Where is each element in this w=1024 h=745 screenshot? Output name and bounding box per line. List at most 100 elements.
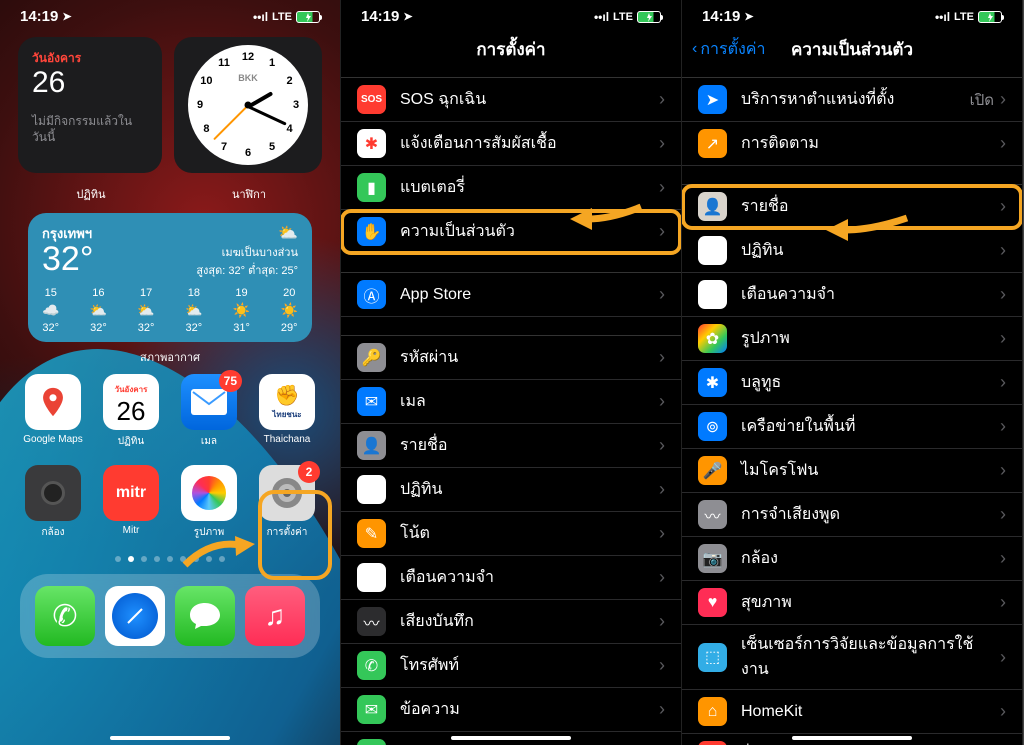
arrow-to-contacts <box>822 212 912 248</box>
chevron-right-icon: › <box>1000 647 1006 668</box>
app-label: Thaichana <box>256 434 318 445</box>
home-indicator[interactable] <box>792 736 912 740</box>
row-label: โทรศัพท์ <box>400 653 659 678</box>
app-google-maps[interactable]: Google Maps <box>22 374 84 449</box>
weather-widget[interactable]: กรุงเทพฯ 32° ⛅ เมฆเป็นบางส่วน สูงสุด: 32… <box>28 213 312 342</box>
row-label: HomeKit <box>741 703 1000 721</box>
settings-row[interactable]: ⊚ เครือข่ายในพื้นที่ › <box>682 405 1022 449</box>
row-icon: ↗ <box>698 129 727 158</box>
settings-row[interactable]: ☰ เตือนความจำ › <box>682 273 1022 317</box>
settings-list[interactable]: SOS SOS ฉุกเฉิน › ✱ แจ้งเตือนการสัมผัสเช… <box>341 77 681 745</box>
row-label: เตือนความจำ <box>741 282 1000 307</box>
network-label: LTE <box>954 11 974 23</box>
home-indicator[interactable] <box>110 736 230 740</box>
row-icon: Ⓐ <box>357 280 386 309</box>
chevron-right-icon: › <box>1000 133 1006 154</box>
app-safari[interactable] <box>104 586 166 646</box>
chevron-right-icon: › <box>1000 548 1006 569</box>
settings-row[interactable]: ⬚ เซ็นเซอร์การวิจัยและข้อมูลการใช้งาน › <box>682 625 1022 690</box>
chevron-right-icon: › <box>659 523 665 544</box>
status-time: 14:19 <box>702 8 740 25</box>
settings-row[interactable]: ♥ สุขภาพ › <box>682 581 1022 625</box>
chevron-right-icon: › <box>659 284 665 305</box>
section: 🔑 รหัสผ่าน › ✉ เมล › 👤 รายชื่อ › ☷ ปฏิทิ… <box>341 335 681 745</box>
calendar-widget[interactable]: วันอังคาร 26 ไม่มีกิจกรรมแล้วใน วันนี้ <box>18 37 162 173</box>
forecast-hour: 16 ⛅ 32° <box>90 287 107 334</box>
settings-row[interactable]: ✱ แจ้งเตือนการสัมผัสเชื้อ › <box>341 122 681 166</box>
forecast-hour: 19 ☀️ 31° <box>233 287 250 334</box>
widget-label-weather: สภาพอากาศ <box>10 348 330 366</box>
clock-timezone: BKK <box>238 73 258 83</box>
privacy-list[interactable]: ➤ บริการหาตำแหน่งที่ตั้ง เปิด › ↗ การติด… <box>682 77 1022 745</box>
row-label: เตือนความจำ <box>400 565 659 590</box>
forecast-temp: 29° <box>281 322 298 334</box>
settings-row[interactable]: ↗ การติดตาม › <box>682 122 1022 166</box>
forecast-icon: ⛅ <box>185 302 202 319</box>
row-label: เซ็นเซอร์การวิจัยและข้อมูลการใช้งาน <box>741 632 1000 682</box>
settings-row[interactable]: ☷ ปฏิทิน › <box>341 468 681 512</box>
settings-row[interactable]: ☰ เตือนความจำ › <box>341 556 681 600</box>
app-photos[interactable]: รูปภาพ <box>178 465 240 540</box>
row-label: การติดตาม <box>741 131 1000 156</box>
settings-row[interactable]: SOS SOS ฉุกเฉิน › <box>341 78 681 122</box>
settings-row[interactable]: ✱ บลูทูธ › <box>682 361 1022 405</box>
settings-row[interactable]: 🎤 ไมโครโฟน › <box>682 449 1022 493</box>
row-icon: ⬚ <box>698 643 727 672</box>
status-loc-icon: ➤ <box>744 10 753 23</box>
row-icon: ✿ <box>698 324 727 353</box>
status-bar: 14:19 ➤ ••ıl LTE <box>0 0 340 29</box>
row-label: การจำเสียงพูด <box>741 502 1000 527</box>
chevron-right-icon: › <box>659 177 665 198</box>
settings-row[interactable]: ➤ บริการหาตำแหน่งที่ตั้ง เปิด › <box>682 78 1022 122</box>
back-button[interactable]: ‹ การตั้งค่า <box>692 37 765 62</box>
page-dots[interactable] <box>10 548 330 570</box>
row-icon: ➤ <box>698 85 727 114</box>
app-mitr[interactable]: mitr Mitr <box>100 465 162 540</box>
app-mail[interactable]: 75 เมล <box>178 374 240 449</box>
clock-numeral: 3 <box>293 99 299 111</box>
settings-row[interactable]: 〰 การจำเสียงพูด › <box>682 493 1022 537</box>
app-camera[interactable]: กล้อง <box>22 465 84 540</box>
row-icon: ✆ <box>357 651 386 680</box>
settings-row[interactable]: ✿ รูปภาพ › <box>682 317 1022 361</box>
signal-icon: ••ıl <box>594 10 609 24</box>
forecast-time: 16 <box>90 287 107 299</box>
forecast-time: 19 <box>233 287 250 299</box>
app-settings[interactable]: 2 การตั้งค่า <box>256 465 318 540</box>
chevron-right-icon: › <box>659 479 665 500</box>
app-label: ปฏิทิน <box>100 434 162 449</box>
clock-numeral: 8 <box>203 123 209 135</box>
chevron-right-icon: › <box>1000 240 1006 261</box>
privacy-screen: 14:19 ➤ ••ıl LTE ‹ การตั้งค่า ความเป็นส่… <box>682 0 1023 745</box>
row-icon: ✉ <box>357 695 386 724</box>
home-indicator[interactable] <box>451 736 571 740</box>
settings-row[interactable]: ✆ โทรศัพท์ › <box>341 644 681 688</box>
row-icon: ♥ <box>698 588 727 617</box>
section: 👤 รายชื่อ › ☷ ปฏิทิน › ☰ เตือนความจำ › ✿… <box>682 184 1022 745</box>
clock-numeral: 2 <box>287 75 293 87</box>
calendar-date: 26 <box>32 66 148 100</box>
app-label: การตั้งค่า <box>256 525 318 540</box>
app-phone[interactable]: ✆ <box>34 586 96 646</box>
forecast-icon: ⛅ <box>90 302 107 319</box>
settings-row[interactable]: ⌂ HomeKit › <box>682 690 1022 734</box>
badge: 75 <box>219 370 242 392</box>
settings-row[interactable]: ✎ โน้ต › <box>341 512 681 556</box>
settings-row[interactable]: ✉ เมล › <box>341 380 681 424</box>
settings-row[interactable]: Ⓐ App Store › <box>341 273 681 317</box>
settings-row[interactable]: 🔑 รหัสผ่าน › <box>341 336 681 380</box>
row-icon: ✋ <box>357 217 386 246</box>
forecast-temp: 32° <box>90 322 107 334</box>
dock: ✆ ♫ <box>20 574 320 658</box>
chevron-right-icon: › <box>1000 416 1006 437</box>
settings-row[interactable]: ✉ ข้อความ › <box>341 688 681 732</box>
chevron-right-icon: › <box>659 89 665 110</box>
settings-row[interactable]: 👤 รายชื่อ › <box>341 424 681 468</box>
app-calendar[interactable]: วันอังคาร26 ปฏิทิน <box>100 374 162 449</box>
app-messages[interactable] <box>174 586 236 646</box>
settings-row[interactable]: 〰 เสียงบันทึก › <box>341 600 681 644</box>
app-thaichana[interactable]: ✊ไทยชนะ Thaichana <box>256 374 318 449</box>
app-music[interactable]: ♫ <box>244 586 306 646</box>
clock-widget[interactable]: BKK /*ticks drawn below via JS is heavie… <box>174 37 322 173</box>
settings-row[interactable]: 📷 กล้อง › <box>682 537 1022 581</box>
